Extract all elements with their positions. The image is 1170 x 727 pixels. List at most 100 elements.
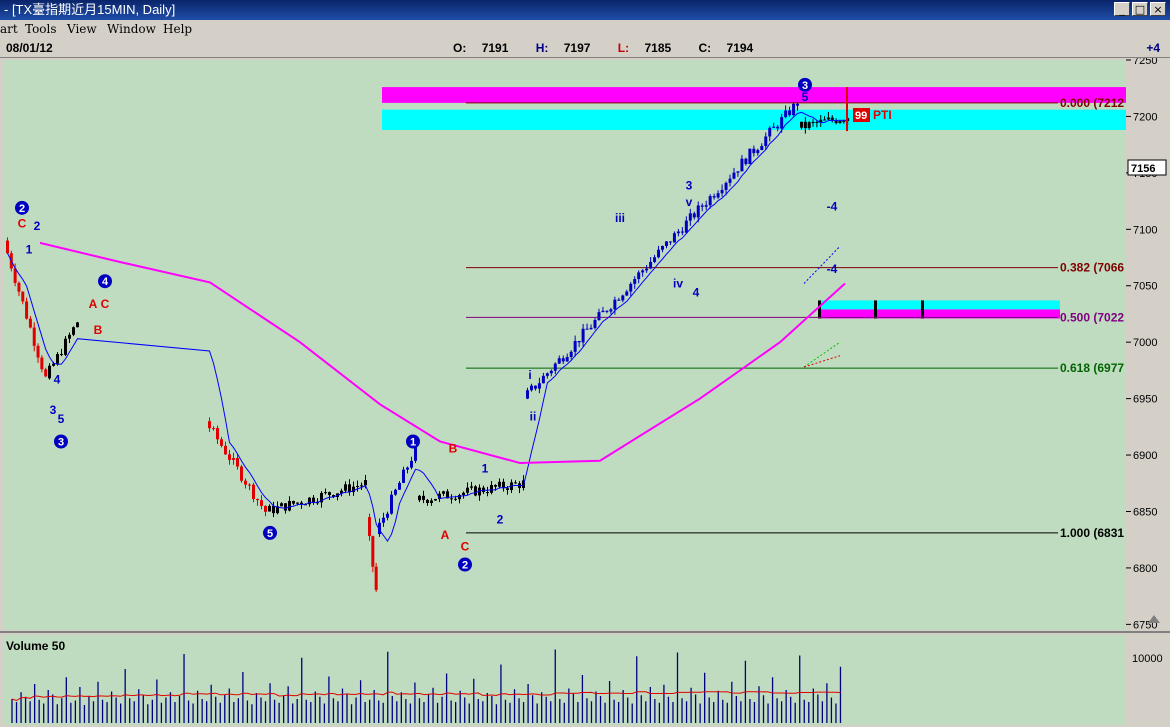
- candle-body: [601, 310, 605, 313]
- candle-body: [450, 498, 453, 500]
- candle-body: [48, 365, 51, 379]
- menu-view[interactable]: View: [67, 20, 97, 39]
- candle-body: [842, 121, 846, 123]
- wave-label: B: [94, 323, 103, 337]
- candle-body: [776, 126, 780, 129]
- wave-label: 5: [58, 412, 65, 426]
- candle-body: [752, 148, 756, 154]
- candle-body: [811, 121, 815, 123]
- candle-body: [288, 500, 291, 511]
- candle-body: [732, 172, 736, 179]
- wave-label: B: [449, 441, 458, 455]
- minimize-button[interactable]: _: [1114, 2, 1130, 16]
- candle-body: [506, 488, 509, 491]
- candle-body: [657, 249, 661, 258]
- candle-body: [25, 301, 29, 319]
- candle-body: [577, 340, 581, 343]
- candle-body: [264, 505, 267, 512]
- window-titlebar: - [TX臺指期近月15MIN, Daily] _ □ ×: [0, 0, 1170, 20]
- restore-button[interactable]: □: [1132, 2, 1148, 16]
- candle-body: [784, 110, 788, 118]
- candle-body: [406, 467, 409, 470]
- candle-body: [526, 390, 529, 399]
- candle-body: [240, 466, 243, 481]
- wave-label: iv: [673, 276, 683, 290]
- candle-body: [398, 482, 401, 490]
- candle-body: [764, 136, 768, 147]
- candle-body: [356, 485, 359, 487]
- menu-tools[interactable]: Tools: [25, 20, 57, 39]
- close-button[interactable]: ×: [1150, 2, 1166, 16]
- candle-body: [680, 231, 684, 233]
- candle-body: [272, 505, 275, 514]
- close-label: C:: [698, 41, 712, 55]
- candle-body: [724, 182, 728, 190]
- candle-body: [641, 270, 645, 273]
- candle-body: [625, 291, 629, 296]
- menu-help[interactable]: Help: [163, 20, 192, 39]
- candle-body: [696, 205, 700, 218]
- y-tick-label: 6800: [1133, 563, 1157, 575]
- candle-body: [645, 268, 649, 271]
- candle-body: [494, 485, 497, 487]
- candle-body: [280, 503, 283, 507]
- volume-axis: [1126, 635, 1170, 725]
- high-label: H:: [535, 41, 549, 55]
- candle-body: [541, 375, 545, 384]
- candle-body: [672, 233, 676, 243]
- candle-body: [28, 318, 32, 328]
- candle-body: [17, 282, 21, 292]
- candle-body: [364, 480, 367, 486]
- candle-body: [692, 213, 696, 218]
- fib-label: 1.000 (6831: [1060, 526, 1124, 540]
- candle-body: [312, 497, 315, 503]
- close-value: 7194: [726, 41, 754, 55]
- candle-body: [454, 498, 457, 500]
- wave-label: 4: [102, 276, 109, 288]
- candle-body: [788, 110, 792, 116]
- candle-body: [621, 295, 625, 301]
- fib-label: 0.000 (7212: [1060, 96, 1124, 110]
- candle-body: [561, 358, 565, 362]
- candle-body: [232, 458, 235, 460]
- candle-body: [664, 241, 668, 247]
- wave-label: 4: [54, 372, 61, 386]
- candle-body: [740, 158, 744, 172]
- fib-label: 0.382 (7066: [1060, 261, 1124, 275]
- candle-body: [324, 492, 327, 494]
- candle-body: [486, 492, 489, 494]
- bar-date: 08/01/12: [6, 41, 53, 55]
- y-tick-label: 7200: [1133, 111, 1157, 123]
- fib-label: 0.618 (6977: [1060, 361, 1124, 375]
- price-chart[interactable]: 0.000 (7212 0.382 (7066 0.500 (7022 0.618 (…: [0, 58, 1170, 727]
- candle-body: [216, 428, 219, 440]
- candle-body: [514, 482, 517, 484]
- menu-chart[interactable]: art: [0, 20, 18, 39]
- candle-body: [617, 299, 621, 301]
- candle-body: [549, 370, 553, 374]
- candle-body: [597, 312, 601, 320]
- candle-body: [609, 309, 613, 312]
- candle-body: [708, 196, 712, 206]
- candle-body: [284, 503, 287, 511]
- candle-body: [700, 205, 704, 207]
- current-price-label: 7156: [1131, 163, 1155, 175]
- candle-body: [589, 327, 593, 330]
- candle-body: [430, 500, 433, 504]
- candle-body: [292, 500, 295, 504]
- wave-label: i: [528, 368, 531, 382]
- candle-body: [768, 127, 772, 137]
- low-label: L:: [617, 41, 630, 55]
- y-tick-label: 7050: [1133, 281, 1157, 293]
- menu-window[interactable]: Window: [107, 20, 156, 39]
- candle-body: [256, 498, 259, 501]
- price-change: +4: [1146, 41, 1160, 55]
- candle-body: [838, 121, 842, 124]
- wave-label: 2: [497, 512, 504, 526]
- y-tick-label: 7000: [1133, 337, 1157, 349]
- candle-body: [649, 261, 653, 269]
- candle-body: [244, 480, 247, 485]
- volume-label: Volume 50: [6, 639, 65, 653]
- candle-body: [605, 310, 609, 312]
- candle-body: [390, 494, 393, 514]
